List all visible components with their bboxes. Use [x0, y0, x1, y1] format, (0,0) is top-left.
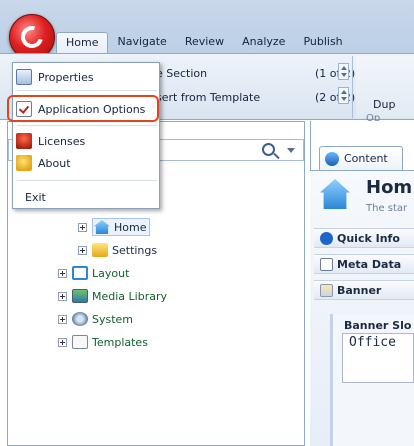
- expand-icon[interactable]: [58, 291, 67, 301]
- section-banner[interactable]: Banner: [314, 280, 414, 300]
- system-icon: [72, 312, 88, 326]
- tree-selected-item: Home: [92, 218, 151, 236]
- item-title: Hom: [366, 177, 413, 198]
- insert-from-template-label[interactable]: sert from Template: [156, 91, 260, 104]
- tab-publish[interactable]: Publish: [294, 32, 351, 54]
- tree-item-templates[interactable]: Templates: [58, 333, 148, 351]
- info-icon: [320, 231, 333, 245]
- banner-field-input[interactable]: Office: [342, 333, 414, 383]
- duplicate-label: Dup: [373, 98, 396, 111]
- menu-item-label: Properties: [38, 70, 94, 84]
- expand-icon[interactable]: [78, 245, 87, 255]
- menu-item-properties[interactable]: Properties: [13, 66, 159, 88]
- app-logo-icon: [16, 21, 48, 53]
- application-options-highlight: [7, 95, 159, 122]
- templates-icon: [72, 335, 88, 349]
- menu-item-label: Licenses: [38, 134, 86, 148]
- search-dropdown-icon[interactable]: [287, 148, 295, 153]
- media-library-icon: [72, 289, 88, 303]
- banner-field-label: Banner Slo: [344, 319, 412, 332]
- tree-item-label: Templates: [92, 335, 148, 349]
- tab-navigate[interactable]: Navigate: [108, 32, 175, 54]
- item-subtitle: The star: [366, 203, 408, 214]
- section-label: Quick Info: [337, 231, 400, 245]
- tree-item-media-library[interactable]: Media Library: [58, 287, 167, 305]
- search-icon[interactable]: [262, 143, 275, 156]
- banner-icon: [320, 283, 333, 297]
- menu-divider: [17, 125, 157, 126]
- section-label: Meta Data: [337, 257, 402, 271]
- tree-item-label: System: [92, 312, 134, 326]
- insert-section-counter: (1 of 2): [315, 67, 356, 80]
- ribbon-tabs: Home Navigate Review Analyze Publish: [56, 32, 352, 54]
- tree-item-layout[interactable]: Layout: [58, 264, 129, 282]
- tree-item-home[interactable]: Home: [78, 218, 151, 236]
- tab-analyze[interactable]: Analyze: [233, 32, 294, 54]
- properties-icon: [16, 69, 32, 85]
- tree-item-settings[interactable]: Settings: [78, 241, 157, 259]
- expand-icon[interactable]: [58, 314, 67, 324]
- menu-divider: [17, 180, 157, 181]
- meta-data-icon: [320, 257, 333, 271]
- insert-section-spinner[interactable]: [338, 63, 349, 80]
- insert-from-template-counter: (2 of 2): [315, 91, 356, 104]
- section-quick-info[interactable]: Quick Info: [314, 228, 414, 248]
- tab-review[interactable]: Review: [176, 32, 233, 54]
- content-icon: [325, 151, 339, 166]
- licenses-icon: [16, 133, 32, 149]
- expand-icon[interactable]: [58, 337, 67, 347]
- insert-from-template-spinner[interactable]: [338, 87, 349, 104]
- section-meta-data[interactable]: Meta Data: [314, 254, 414, 274]
- home-icon: [94, 220, 110, 234]
- menu-item-label: Exit: [25, 190, 46, 204]
- menu-item-about[interactable]: About: [13, 152, 159, 174]
- expand-icon[interactable]: [58, 268, 67, 278]
- folder-icon: [92, 243, 108, 257]
- layout-icon: [72, 266, 88, 280]
- expand-icon[interactable]: [78, 222, 87, 232]
- tree-item-label: Settings: [112, 243, 158, 257]
- application-menu: Properties Application Options Licenses …: [12, 62, 160, 209]
- section-label: Banner: [337, 283, 382, 297]
- menu-item-exit[interactable]: Exit: [13, 186, 159, 208]
- tree-item-label: Layout: [92, 266, 130, 280]
- about-icon: [16, 155, 32, 171]
- content-tab-label: Content: [344, 152, 388, 165]
- menu-divider: [17, 90, 157, 91]
- insert-section-label[interactable]: e Section: [156, 67, 207, 80]
- menu-item-label: About: [38, 156, 71, 170]
- tab-home[interactable]: Home: [56, 32, 109, 54]
- menu-item-licenses[interactable]: Licenses: [13, 130, 159, 152]
- tree-item-system[interactable]: System: [58, 310, 133, 328]
- ribbon-group-separator: [352, 56, 353, 118]
- tree-item-label: Home: [114, 220, 147, 234]
- tree-item-label: Media Library: [92, 289, 167, 303]
- tab-content[interactable]: Content: [319, 146, 403, 170]
